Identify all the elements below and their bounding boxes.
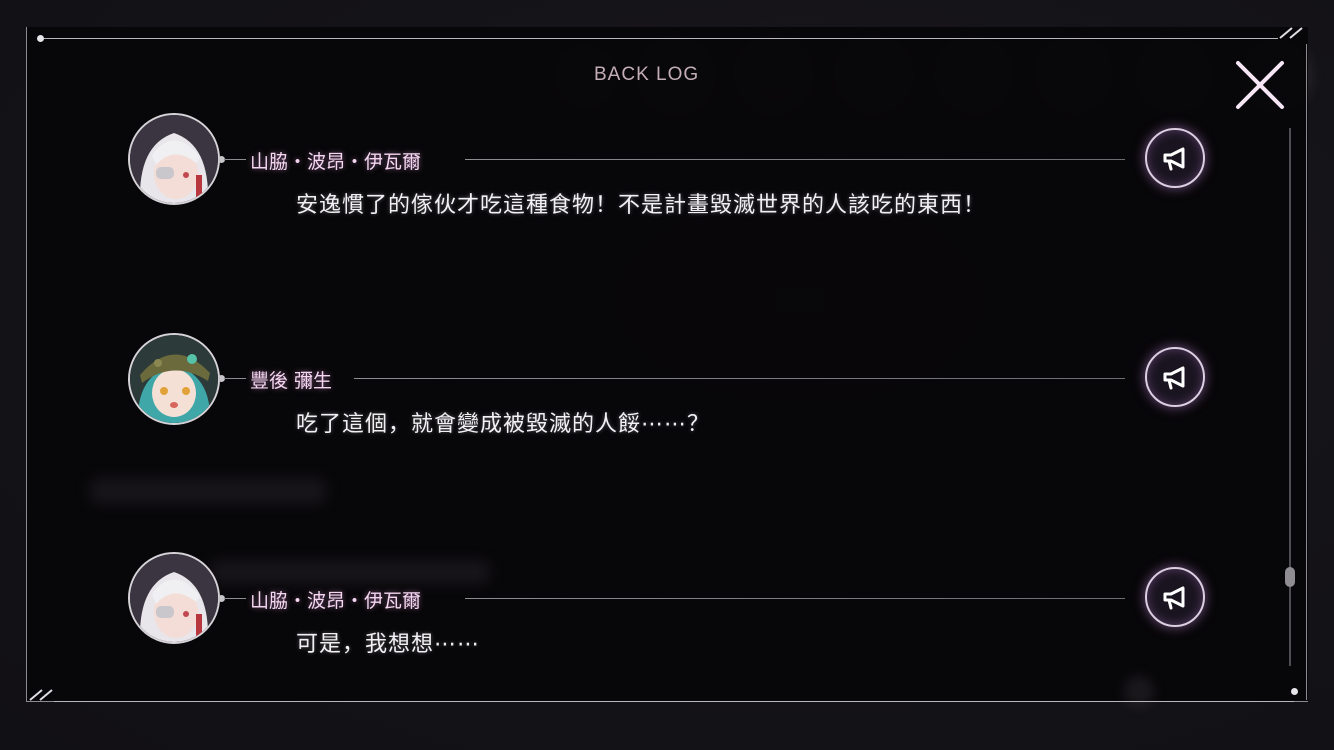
avatar (128, 113, 220, 205)
frame-right-line (1306, 44, 1307, 700)
connector-line (224, 159, 246, 160)
frame-slash-deco (1279, 27, 1303, 39)
dialogue-text: 可是，我想想⋯⋯ (296, 632, 481, 657)
frame-top-line (40, 38, 1278, 39)
voice-replay-button[interactable] (1145, 347, 1205, 407)
speaker-name: 山脇・波昂・伊瓦爾 (250, 151, 422, 173)
frame-corner-dot (37, 35, 44, 42)
frame-slash-deco (29, 689, 53, 701)
avatar (128, 552, 220, 644)
dialogue-text: 安逸慣了的傢伙才吃這種食物！不是計畫毀滅世界的人該吃的東西！ (296, 193, 987, 218)
megaphone-icon (1163, 366, 1185, 390)
frame-bottom-line (54, 701, 1294, 702)
connector-line (224, 598, 246, 599)
scrollbar-thumb[interactable] (1285, 567, 1295, 587)
close-button[interactable] (1232, 57, 1288, 113)
character-portrait (130, 115, 218, 203)
name-divider (465, 598, 1125, 599)
backlog-title: BACK LOG (594, 64, 700, 85)
megaphone-icon (1163, 147, 1185, 171)
bg-text-blur (210, 560, 490, 584)
dialogue-text: 吃了這個，就會變成被毀滅的人餒⋯⋯？ (296, 412, 711, 437)
bg-text-blur (90, 478, 326, 504)
speaker-name: 山脇・波昂・伊瓦爾 (250, 590, 422, 612)
close-x-icon (1236, 61, 1284, 109)
character-portrait (130, 554, 218, 642)
avatar (128, 333, 220, 425)
voice-replay-button[interactable] (1145, 128, 1205, 188)
name-divider (465, 159, 1125, 160)
backlog-screen: BACK LOG 山脇・波昂・伊瓦爾 安逸慣了的傢伙才吃這種食物！不是計畫毀滅世… (0, 0, 1334, 750)
character-portrait (130, 335, 218, 423)
megaphone-icon (1163, 586, 1185, 610)
name-divider (354, 378, 1125, 379)
voice-replay-button[interactable] (1145, 567, 1205, 627)
speaker-name: 豐後 彌生 (250, 370, 333, 392)
frame-corner-dot (1291, 688, 1298, 695)
connector-line (224, 378, 246, 379)
